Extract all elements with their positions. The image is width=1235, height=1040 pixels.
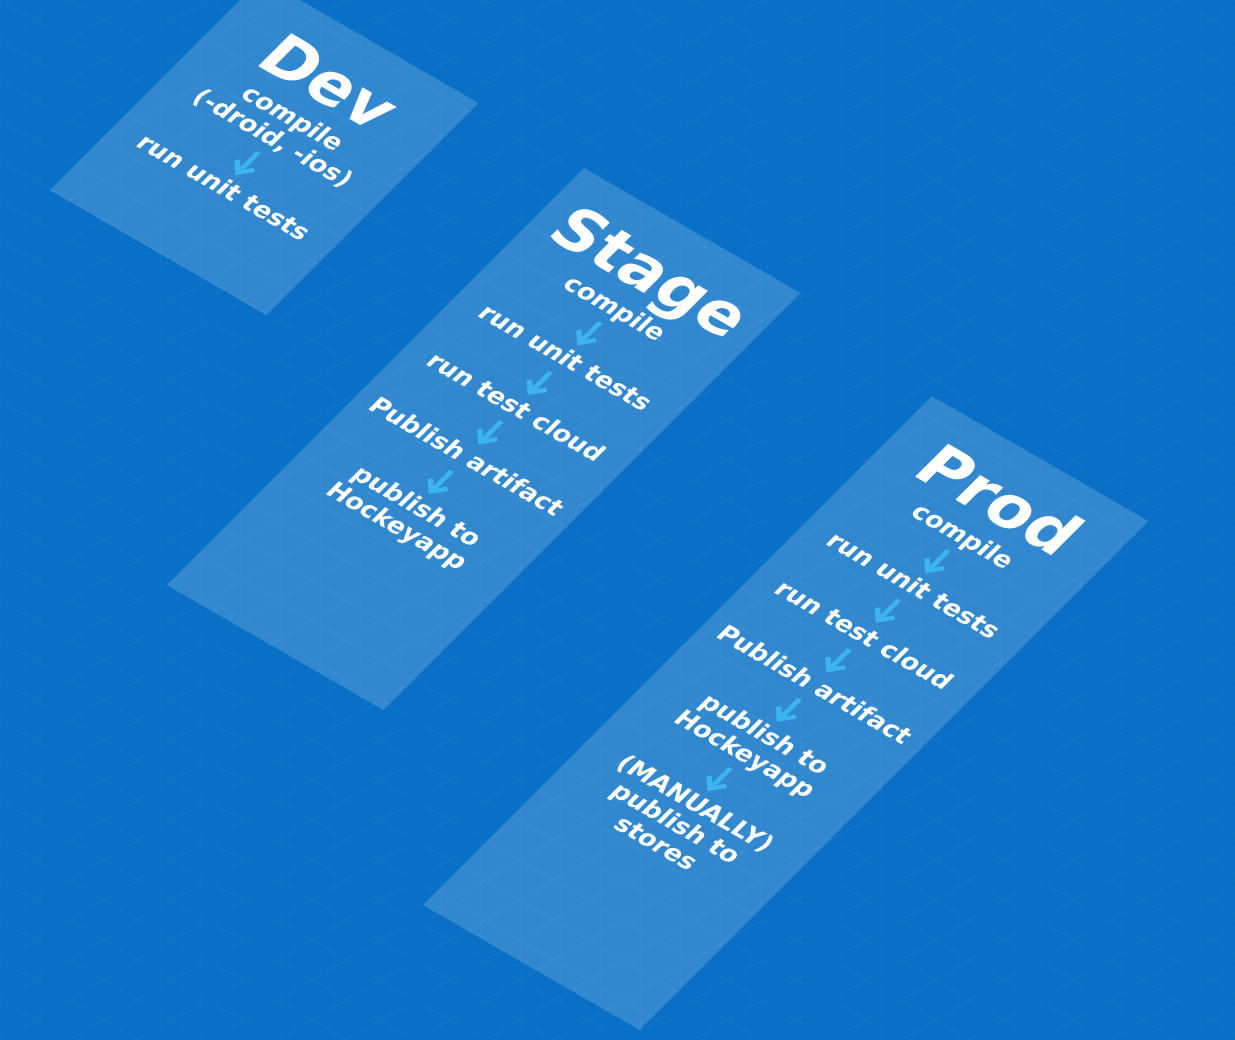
stage-step-run-test-cloud: run test cloud [420,347,612,467]
prod-step-run-test-cloud: run test cloud [768,575,960,695]
